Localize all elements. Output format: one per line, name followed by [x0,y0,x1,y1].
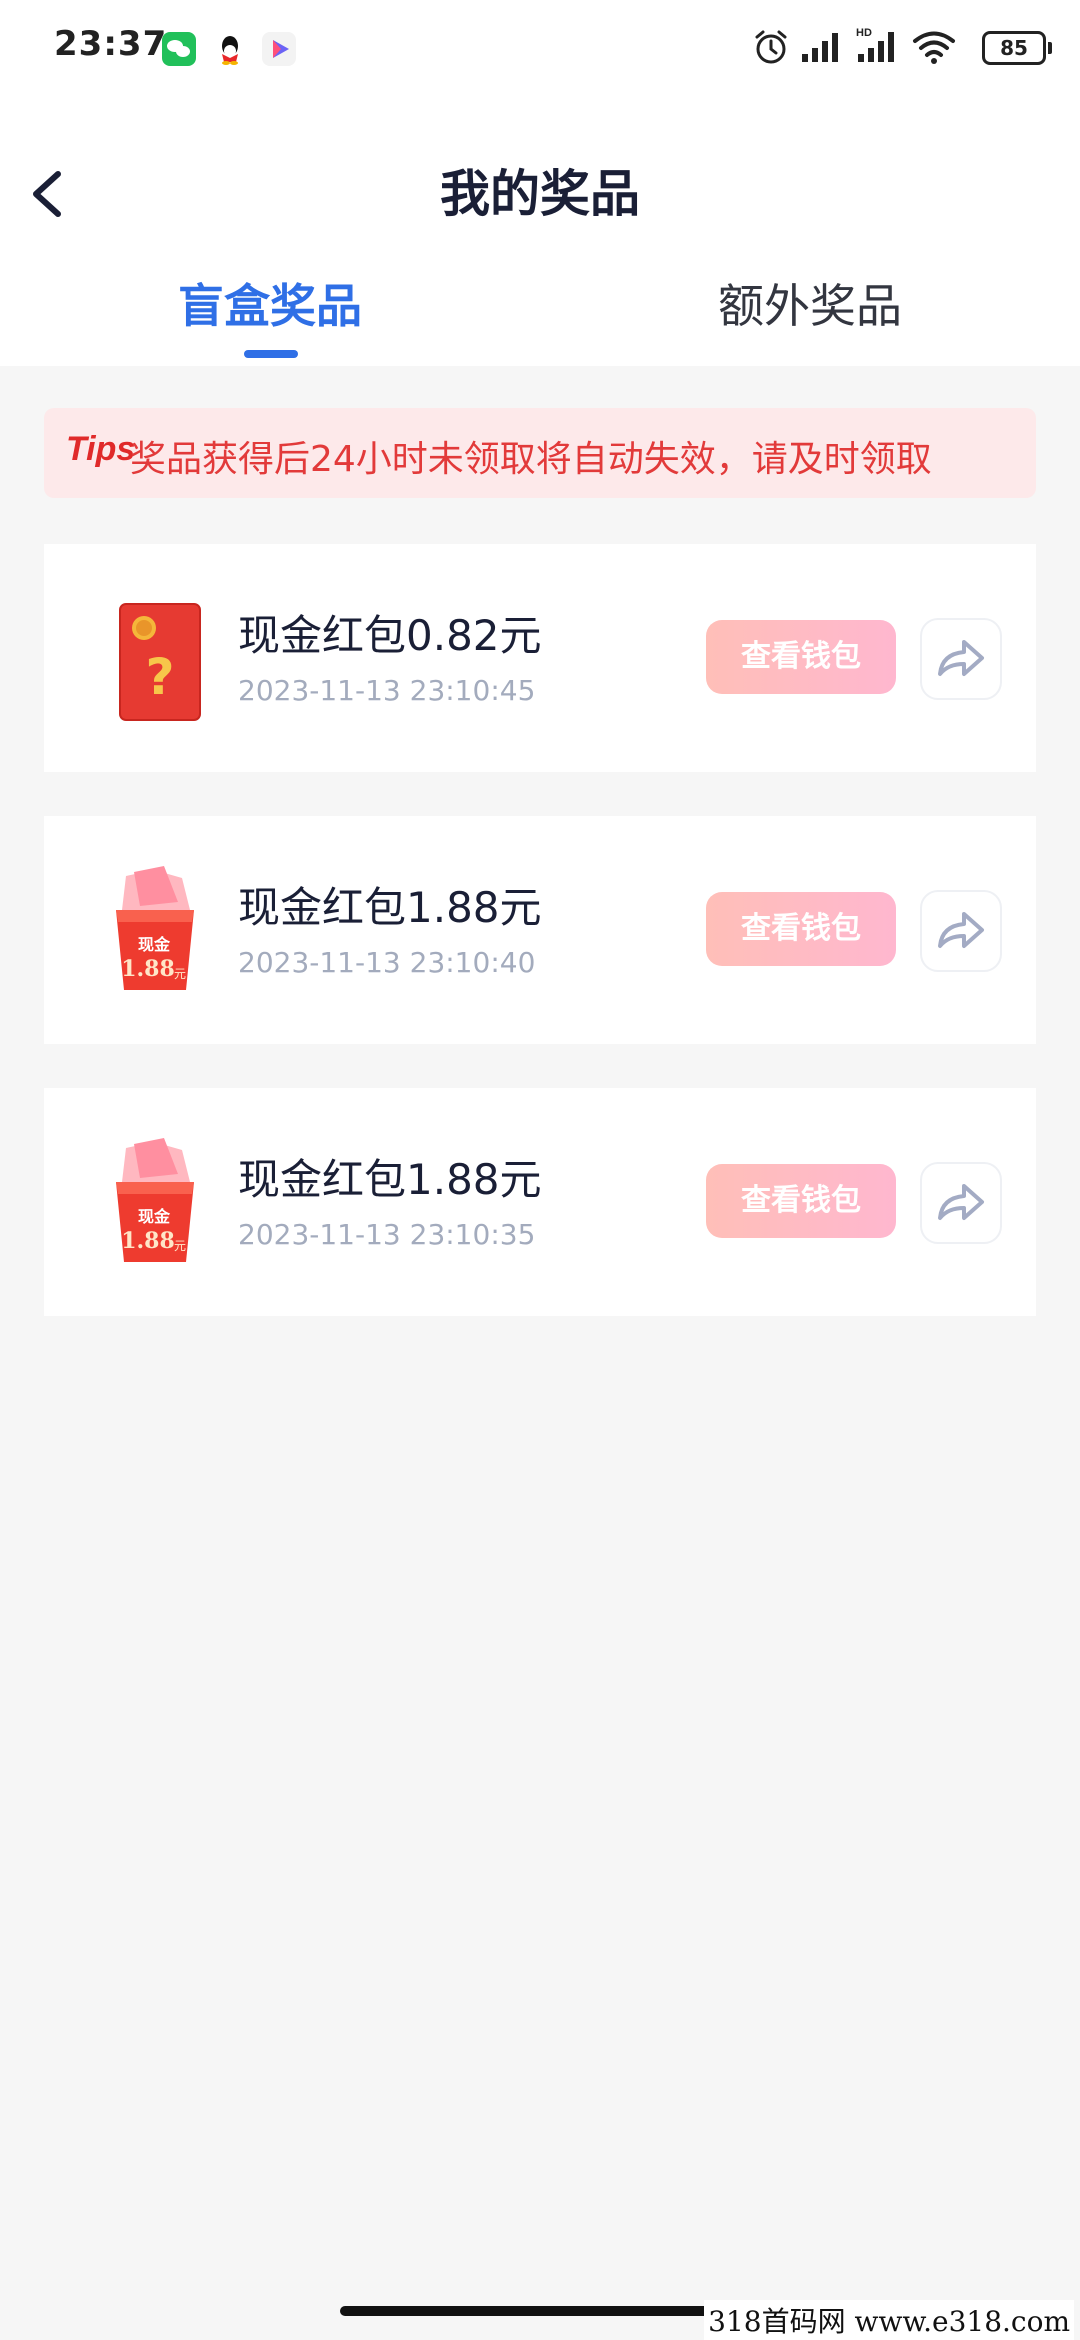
cash-bag-label: 现金 [138,935,171,954]
prize-card: ? 现金红包0.82元 2023-11-13 23:10:45 查看钱包 [44,544,1036,772]
cash-bag-icon: 现金 1.88 元 [94,1138,214,1268]
tip-banner: Tips 奖品获得后24小时未领取将自动失效，请及时领取 [44,408,1036,498]
page-title: 我的奖品 [440,165,640,223]
tip-label: Tips [66,430,136,468]
prize-title: 现金红包0.82元 [238,611,542,660]
cash-bag-unit: 元 [174,1239,186,1253]
tab-active-indicator [244,350,298,358]
home-indicator[interactable] [340,2306,740,2316]
cash-bag-amount: 1.88 [121,956,175,982]
share-button[interactable] [920,1162,1002,1244]
status-time: 23:37 [54,24,168,64]
view-wallet-button[interactable]: 查看钱包 [706,892,896,966]
tab-extra-prizes[interactable]: 额外奖品 [540,266,1080,366]
prize-title: 现金红包1.88元 [238,883,542,932]
watermark: 318首码网 www.e318.com [704,2300,1074,2340]
signal-icon [802,33,838,62]
tip-text: 奖品获得后24小时未领取将自动失效，请及时领取 [130,439,932,480]
prize-time: 2023-11-13 23:10:45 [238,674,536,707]
alarm-icon [755,30,787,64]
header: 我的奖品 盲盒奖品 额外奖品 [0,96,1080,366]
tab-bar: 盲盒奖品 额外奖品 [0,266,1080,366]
hd-signal-icon: HD [856,27,894,62]
view-wallet-button[interactable]: 查看钱包 [706,620,896,694]
share-icon [938,640,984,676]
view-wallet-button[interactable]: 查看钱包 [706,1164,896,1238]
svg-text:?: ? [145,648,174,706]
wifi-icon [913,31,955,64]
cash-bag-label: 现金 [138,1207,171,1226]
share-button[interactable] [920,618,1002,700]
prize-card: 现金 1.88 元 现金红包1.88元 2023-11-13 23:10:40 … [44,816,1036,1044]
qq-icon [213,32,247,66]
wechat-icon [162,32,196,66]
prize-title: 现金红包1.88元 [238,1155,542,1204]
video-icon [262,32,296,66]
red-envelope-question-icon: ? [94,594,214,724]
cash-bag-icon: 现金 1.88 元 [94,866,214,996]
cash-bag-amount: 1.88 [121,1228,175,1254]
prize-card: 现金 1.88 元 现金红包1.88元 2023-11-13 23:10:35 … [44,1088,1036,1316]
battery-icon: 85 [982,31,1052,65]
svg-text:HD: HD [856,27,872,39]
share-icon [938,1184,984,1220]
cash-bag-unit: 元 [174,967,186,981]
prize-time: 2023-11-13 23:10:35 [238,1218,536,1251]
prize-time: 2023-11-13 23:10:40 [238,946,536,979]
share-button[interactable] [920,890,1002,972]
status-bar: 23:37 HD 85 [0,0,1080,96]
share-icon [938,912,984,948]
